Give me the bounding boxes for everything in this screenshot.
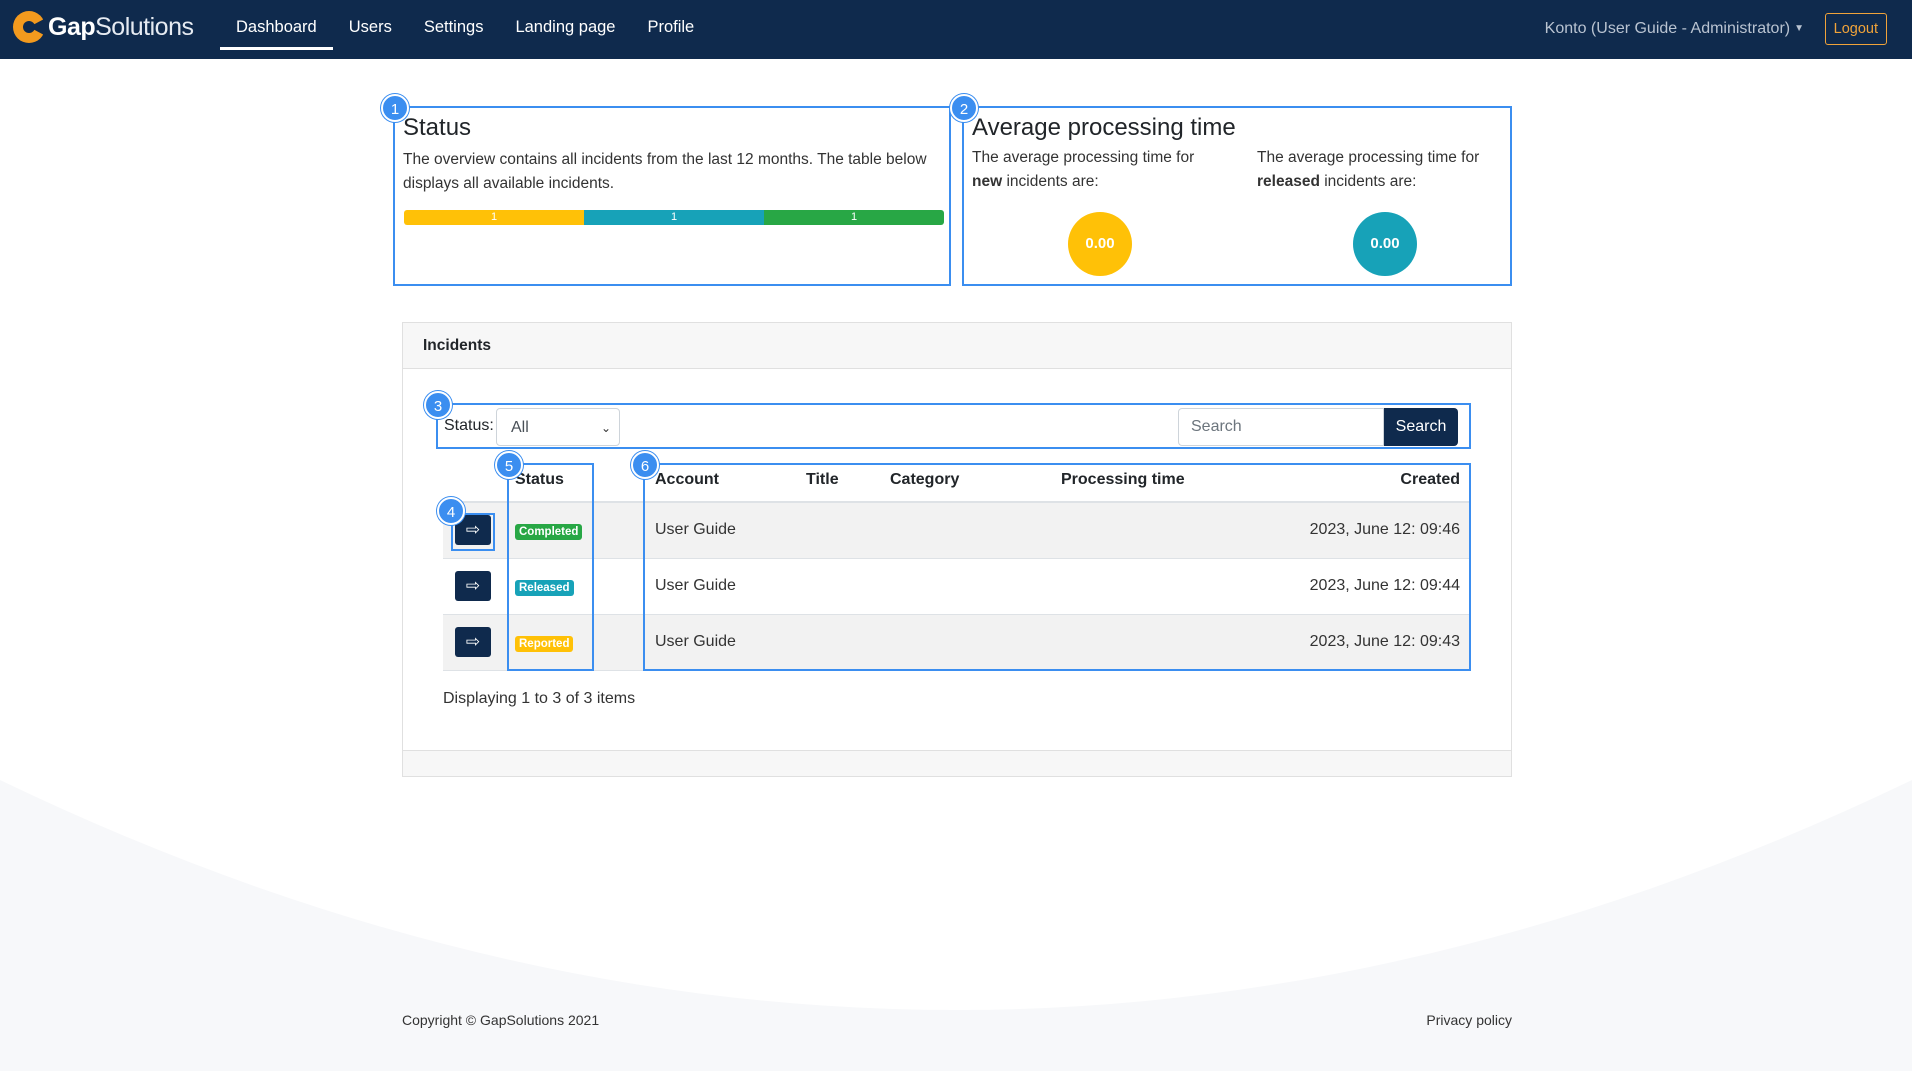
status-progress-bar: 1 1 1	[404, 210, 944, 225]
column-category[interactable]: Category	[890, 471, 959, 489]
annotation-marker-3: 3	[424, 391, 452, 419]
status-badge: Reported	[515, 636, 574, 652]
cell-account: User Guide	[655, 633, 736, 650]
nav-dashboard[interactable]: Dashboard	[220, 0, 333, 54]
status-title: Status	[403, 114, 472, 141]
caret-down-icon: ▼	[1794, 23, 1804, 34]
cell-created: 2023, June 12: 09:43	[1309, 633, 1460, 650]
copyright-text: Copyright © GapSolutions 2021	[402, 1012, 600, 1028]
average-processing-card: 2 Average processing time The average pr…	[950, 94, 1512, 286]
column-title[interactable]: Title	[806, 471, 839, 489]
incidents-panel-footer	[403, 750, 1511, 776]
nav-users[interactable]: Users	[333, 0, 408, 54]
status-description: The overview contains all incidents from…	[403, 151, 927, 192]
table-row[interactable]: ⇨ Released User Guide 2023, June 12: 09:…	[443, 559, 1470, 615]
nav-landing-page[interactable]: Landing page	[499, 0, 631, 54]
cell-account: User Guide	[655, 521, 736, 538]
status-filter-select[interactable]: All ⌄	[496, 408, 620, 446]
privacy-policy-link[interactable]: Privacy policy	[1426, 1012, 1512, 1028]
avg-released-column: The average processing time for released…	[1257, 146, 1507, 194]
incidents-table: Status Account Title Category Processing…	[443, 463, 1470, 671]
main-nav: Dashboard Users Settings Landing page Pr…	[220, 0, 710, 59]
brand-logo-link[interactable]: GapSolutions	[12, 10, 194, 44]
status-segment-completed: 1	[764, 210, 944, 225]
search-input[interactable]: Search	[1178, 408, 1384, 446]
avg-new-column: The average processing time for new inci…	[972, 146, 1222, 194]
column-processing-time[interactable]: Processing time	[1061, 471, 1185, 489]
incident-filter-bar: 3 Status: All ⌄ Search Search	[424, 391, 1471, 449]
background-arc	[0, 780, 1912, 1071]
logout-button[interactable]: Logout	[1824, 13, 1887, 45]
cell-created: 2023, June 12: 09:46	[1309, 521, 1460, 538]
pagination-summary: Displaying 1 to 3 of 3 items	[443, 690, 636, 707]
gapsolutions-logo-icon	[13, 11, 46, 43]
avg-new-value: 0.00	[1068, 212, 1132, 276]
table-row[interactable]: ⇨ Completed User Guide 2023, June 12: 09…	[443, 503, 1470, 559]
table-header: Status Account Title Category Processing…	[443, 463, 1470, 503]
avg-released-text: The average processing time for released…	[1257, 149, 1480, 190]
avg-new-text: The average processing time for new inci…	[972, 149, 1195, 190]
annotation-marker-1: 1	[381, 94, 409, 122]
search-button[interactable]: Search	[1384, 408, 1458, 446]
status-segment-new: 1	[404, 210, 584, 225]
cell-account: User Guide	[655, 577, 736, 594]
avg-released-value: 0.00	[1353, 212, 1417, 276]
chevron-down-icon: ⌄	[600, 421, 611, 435]
nav-profile[interactable]: Profile	[631, 0, 710, 54]
status-badge: Completed	[515, 524, 583, 540]
brand-name: GapSolutions	[48, 12, 194, 41]
status-segment-released: 1	[584, 210, 764, 225]
table-row[interactable]: ⇨ Reported User Guide 2023, June 12: 09:…	[443, 615, 1470, 671]
annotation-marker-2: 2	[950, 94, 978, 122]
open-incident-button[interactable]: ⇨	[455, 515, 491, 545]
status-filter-label: Status:	[444, 417, 494, 434]
incidents-header: Incidents	[403, 323, 1511, 369]
column-created[interactable]: Created	[1400, 471, 1460, 489]
status-badge: Released	[515, 580, 574, 596]
account-name: Konto (User Guide - Administrator)	[1544, 20, 1791, 38]
cell-created: 2023, June 12: 09:44	[1309, 577, 1460, 594]
status-card: 1 Status The overview contains all incid…	[381, 94, 951, 286]
open-incident-button[interactable]: ⇨	[455, 571, 491, 601]
average-title: Average processing time	[972, 114, 1236, 141]
column-account[interactable]: Account	[655, 471, 719, 489]
nav-settings[interactable]: Settings	[408, 0, 500, 54]
status-filter-value: All	[511, 419, 529, 436]
top-navbar: GapSolutions Dashboard Users Settings La…	[0, 0, 1912, 59]
account-dropdown[interactable]: Konto (User Guide - Administrator) ▼	[1545, 0, 1804, 58]
open-incident-button[interactable]: ⇨	[455, 627, 491, 657]
column-status[interactable]: Status	[515, 471, 564, 489]
